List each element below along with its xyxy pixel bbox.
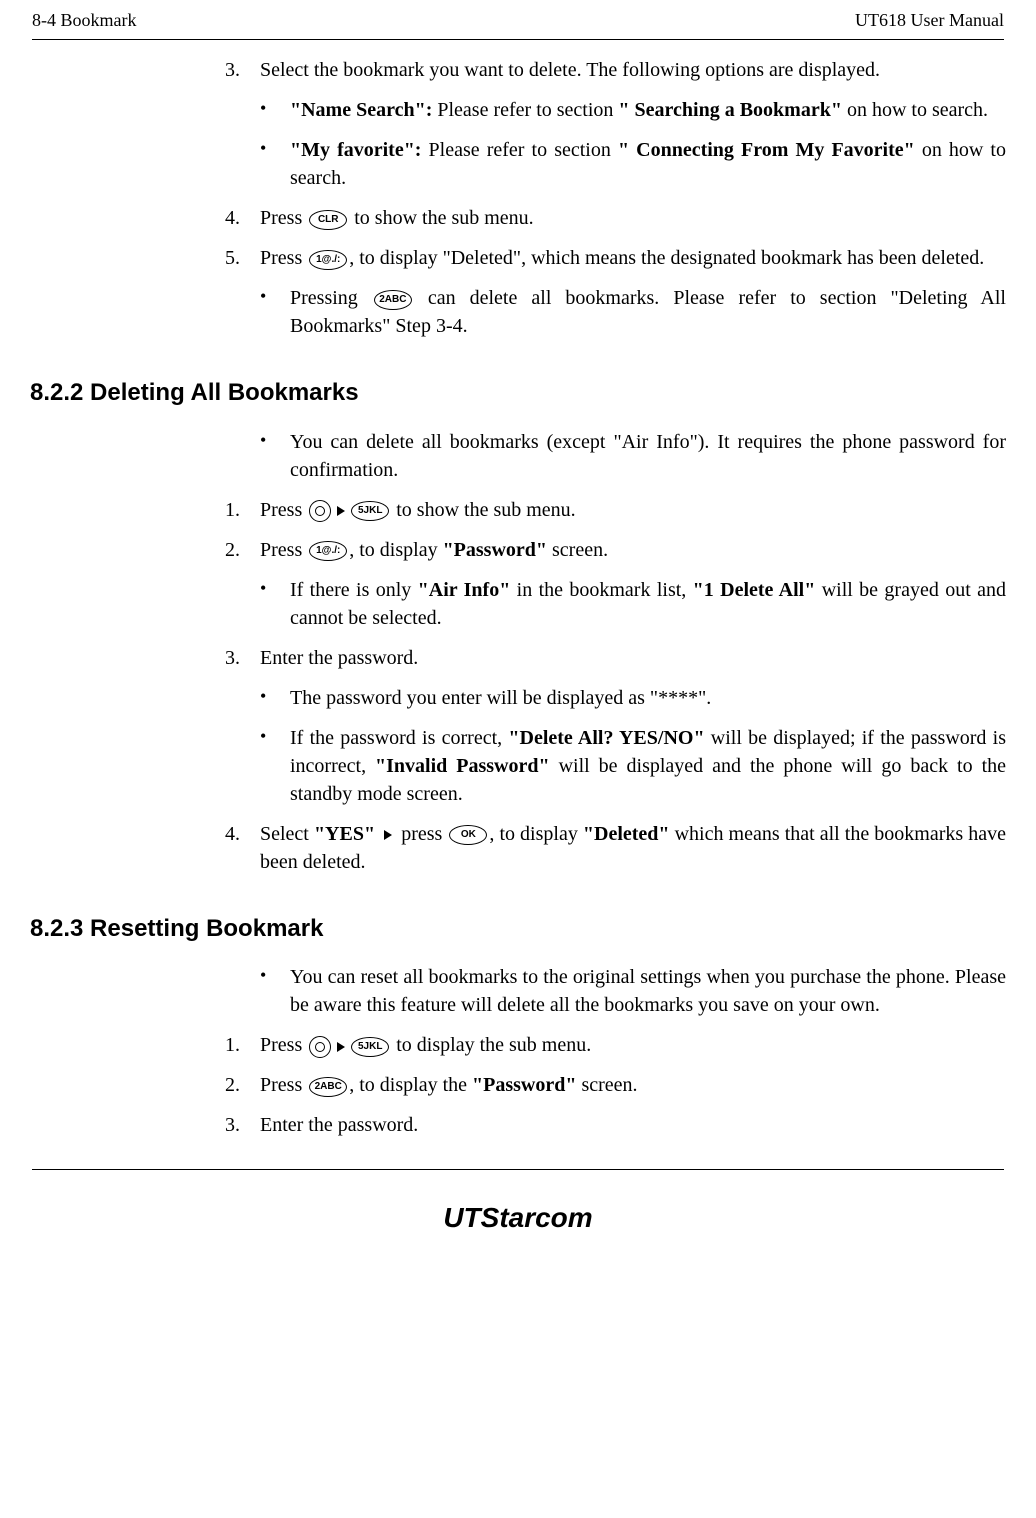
s823-step-1: 1. Press 5JKL to display the sub menu. [225, 1031, 1006, 1059]
header-right: UT618 User Manual [855, 8, 1004, 33]
logo: UTStarcom [0, 1198, 1036, 1237]
step-number: 2. [225, 536, 260, 564]
footer-divider [32, 1169, 1004, 1170]
step-text: Press 1@./:, to display "Password" scree… [260, 536, 1006, 564]
step-5: 5. Press 1@./:, to display "Deleted", wh… [225, 244, 1006, 272]
nav-key-icon [309, 1036, 331, 1058]
step-text: Press CLR to show the sub menu. [260, 204, 1006, 232]
arrow-icon [337, 506, 345, 516]
step-number: 5. [225, 244, 260, 272]
key-5-icon: 5JKL [351, 1037, 389, 1057]
s823-intro-bullet: • You can reset all bookmarks to the ori… [260, 963, 1006, 1019]
s822-step-4: 4. Select "YES" press OK, to display "De… [225, 820, 1006, 876]
key-2-icon: 2ABC [374, 290, 412, 310]
ok-key-icon: OK [449, 825, 487, 845]
s822-intro-bullet: • You can delete all bookmarks (except "… [260, 428, 1006, 484]
bullet-text: If there is only "Air Info" in the bookm… [290, 576, 1006, 632]
s822-step-2: 2. Press 1@./:, to display "Password" sc… [225, 536, 1006, 564]
s822-step-1: 1. Press 5JKL to show the sub menu. [225, 496, 1006, 524]
s822-step-2-bullet: • If there is only "Air Info" in the boo… [260, 576, 1006, 632]
step-number: 4. [225, 820, 260, 876]
step-number: 3. [225, 1111, 260, 1139]
arrow-icon [384, 830, 392, 840]
bullet-icon: • [260, 136, 290, 192]
s823-step-3: 3. Enter the password. [225, 1111, 1006, 1139]
bullet-my-favorite: • "My favorite": Please refer to section… [260, 136, 1006, 192]
bullet-text: "Name Search": Please refer to section "… [290, 96, 1006, 124]
step-text: Enter the password. [260, 644, 1006, 672]
page-header: 8-4 Bookmark UT618 User Manual [0, 0, 1036, 37]
main-content: 3. Select the bookmark you want to delet… [0, 40, 1036, 1139]
clr-key-icon: CLR [309, 210, 347, 230]
bullet-text: You can reset all bookmarks to the origi… [290, 963, 1006, 1019]
step-text: Select the bookmark you want to delete. … [260, 56, 1006, 84]
step-text: Select "YES" press OK, to display "Delet… [260, 820, 1006, 876]
bullet-icon: • [260, 96, 290, 124]
step-number: 2. [225, 1071, 260, 1099]
step-text: Press 2ABC, to display the "Password" sc… [260, 1071, 1006, 1099]
nav-key-icon [309, 500, 331, 522]
step-3: 3. Select the bookmark you want to delet… [225, 56, 1006, 84]
key-2-icon: 2ABC [309, 1077, 347, 1097]
logo-text: UTStarcom [443, 1202, 592, 1233]
bullet-icon: • [260, 576, 290, 632]
step-number: 1. [225, 496, 260, 524]
step-number: 3. [225, 644, 260, 672]
step-text: Press 5JKL to show the sub menu. [260, 496, 1006, 524]
bullet-icon: • [260, 724, 290, 808]
step-text: Press 5JKL to display the sub menu. [260, 1031, 1006, 1059]
step-4: 4. Press CLR to show the sub menu. [225, 204, 1006, 232]
bullet-text: If the password is correct, "Delete All?… [290, 724, 1006, 808]
step-number: 3. [225, 56, 260, 84]
step-text: Press 1@./:, to display "Deleted", which… [260, 244, 1006, 272]
heading-822: 8.2.2 Deleting All Bookmarks [30, 376, 1006, 410]
bullet-name-search: • "Name Search": Please refer to section… [260, 96, 1006, 124]
arrow-icon [337, 1042, 345, 1052]
s823-step-2: 2. Press 2ABC, to display the "Password"… [225, 1071, 1006, 1099]
step-number: 1. [225, 1031, 260, 1059]
key-1-icon: 1@./: [309, 250, 347, 270]
s822-step-3-bullet-1: • The password you enter will be display… [260, 684, 1006, 712]
bullet-text: You can delete all bookmarks (except "Ai… [290, 428, 1006, 484]
step-text: Enter the password. [260, 1111, 1006, 1139]
bullet-text: Pressing 2ABC can delete all bookmarks. … [290, 284, 1006, 340]
step-5-bullet: • Pressing 2ABC can delete all bookmarks… [260, 284, 1006, 340]
heading-823: 8.2.3 Resetting Bookmark [30, 912, 1006, 946]
bullet-icon: • [260, 963, 290, 1019]
s822-step-3-bullet-2: • If the password is correct, "Delete Al… [260, 724, 1006, 808]
bullet-icon: • [260, 428, 290, 484]
key-5-icon: 5JKL [351, 501, 389, 521]
bullet-icon: • [260, 284, 290, 340]
key-1-icon: 1@./: [309, 541, 347, 561]
bullet-text: The password you enter will be displayed… [290, 684, 1006, 712]
bullet-icon: • [260, 684, 290, 712]
step-number: 4. [225, 204, 260, 232]
s822-step-3: 3. Enter the password. [225, 644, 1006, 672]
header-left: 8-4 Bookmark [32, 8, 136, 33]
bullet-text: "My favorite": Please refer to section "… [290, 136, 1006, 192]
